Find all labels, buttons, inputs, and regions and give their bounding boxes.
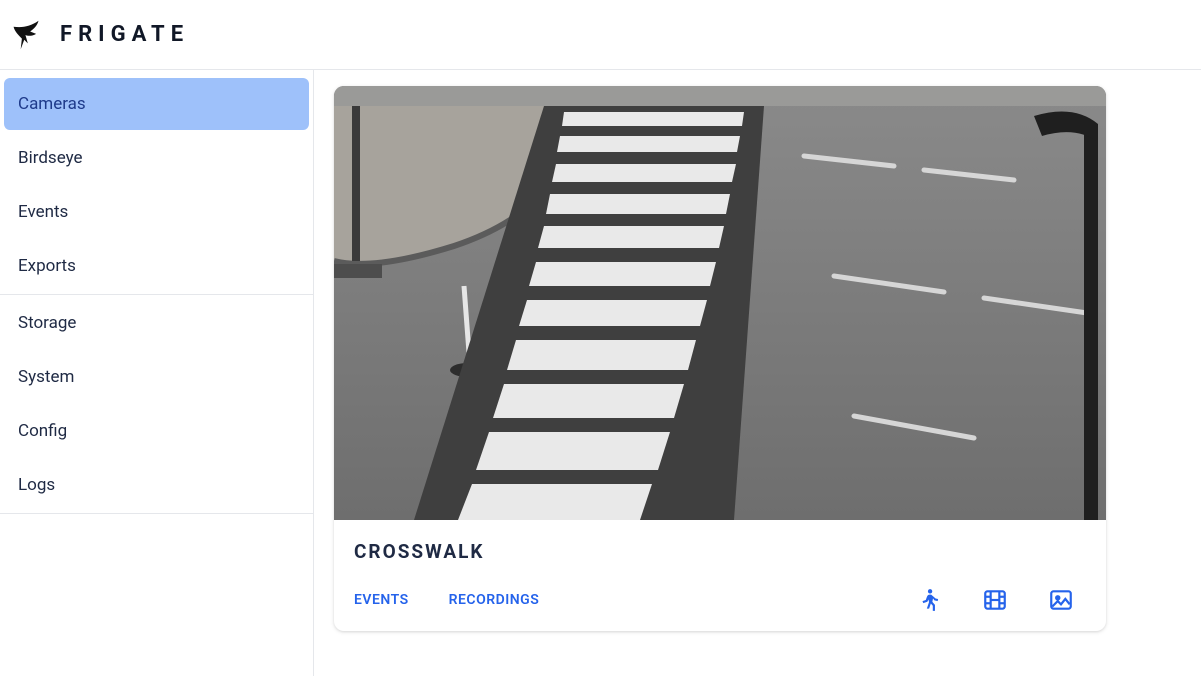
sidebar-item-cameras[interactable]: Cameras — [4, 78, 309, 130]
logo[interactable]: FRIGATE — [10, 16, 189, 54]
frigate-bird-icon — [10, 16, 48, 54]
main-content: CROSSWALK EVENTS RECORDINGS — [314, 70, 1201, 676]
sidebar-item-storage[interactable]: Storage — [4, 297, 309, 349]
sidebar-divider — [0, 294, 313, 295]
sidebar-item-logs[interactable]: Logs — [4, 459, 309, 511]
recordings-link[interactable]: RECORDINGS — [449, 592, 540, 608]
sidebar-item-exports[interactable]: Exports — [4, 240, 309, 292]
sidebar-item-birdseye[interactable]: Birdseye — [4, 132, 309, 184]
app-header: FRIGATE — [0, 0, 1201, 70]
camera-card: CROSSWALK EVENTS RECORDINGS — [334, 86, 1106, 631]
sidebar-item-events[interactable]: Events — [4, 186, 309, 238]
sidebar-divider — [0, 513, 313, 514]
image-icon[interactable] — [1048, 587, 1074, 613]
app-title: FRIGATE — [60, 22, 189, 47]
film-icon[interactable] — [982, 587, 1008, 613]
camera-title: CROSSWALK — [354, 540, 1086, 563]
sidebar-item-config[interactable]: Config — [4, 405, 309, 457]
sidebar: Cameras Birdseye Events Exports Storage … — [0, 70, 314, 676]
events-link[interactable]: EVENTS — [354, 592, 409, 608]
camera-thumbnail[interactable] — [334, 86, 1106, 520]
sidebar-item-system[interactable]: System — [4, 351, 309, 403]
person-walking-icon[interactable] — [916, 587, 942, 613]
